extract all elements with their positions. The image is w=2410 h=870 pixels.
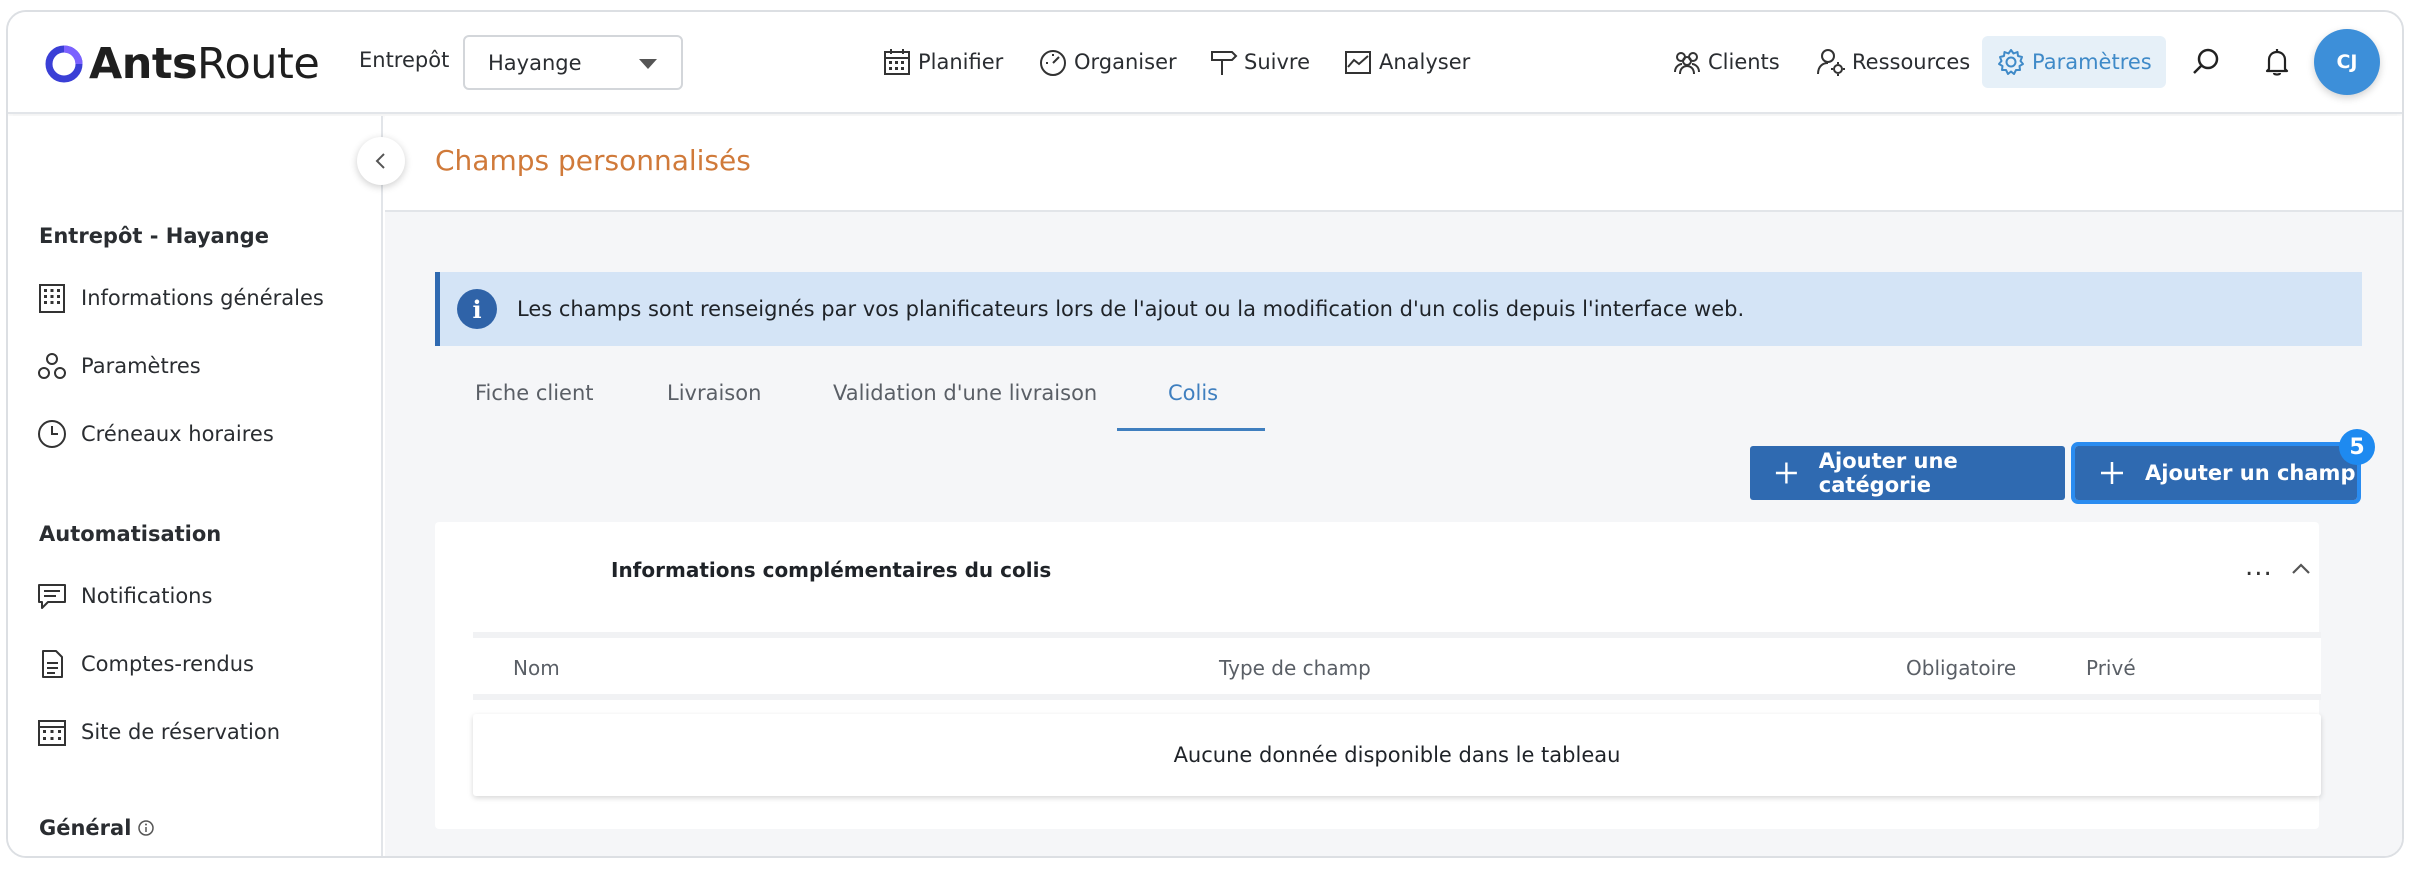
nav-ressources-label: Ressources — [1852, 50, 1971, 74]
chevron-left-icon — [375, 153, 385, 169]
column-header-prive[interactable]: Privé — [2086, 656, 2136, 680]
chart-icon — [1345, 51, 1371, 74]
message-icon — [38, 584, 66, 609]
sidebar-section-entrepot: Entrepôt - Hayange — [39, 224, 269, 248]
info-message: Les champs sont renseignés par vos plani… — [517, 297, 1745, 321]
cogs-icon — [38, 353, 66, 379]
logo-icon — [45, 45, 83, 83]
page-header: Champs personnalisés — [385, 116, 2402, 212]
tab-validation-livraison[interactable]: Validation d'une livraison — [833, 381, 1097, 405]
add-category-button[interactable]: Ajouter une catégorie — [1750, 446, 2065, 500]
sidebar-item-label: Informations générales — [81, 286, 324, 310]
info-banner: i Les champs sont renseignés par vos pla… — [435, 272, 2362, 346]
sidebar-item-site-reservation[interactable]: Site de réservation — [36, 716, 280, 748]
category-title: Informations complémentaires du colis — [611, 558, 1052, 582]
tab-colis[interactable]: Colis — [1168, 381, 1218, 405]
gear-icon — [1998, 49, 2024, 75]
user-avatar[interactable]: CJ — [2314, 29, 2380, 95]
nav-analyser-label: Analyser — [1379, 50, 1471, 74]
nav-parametres-label: Paramètres — [2032, 50, 2152, 74]
sidebar-item-label: Créneaux horaires — [81, 422, 274, 446]
clock-icon — [38, 420, 66, 448]
logo-text-ants: Ants — [89, 39, 198, 89]
empty-table-message: Aucune donnée disponible dans le tableau — [473, 714, 2321, 796]
search-button[interactable] — [2186, 42, 2226, 82]
nav-suivre[interactable]: Suivre — [1208, 42, 1310, 82]
top-bar: Ants Route Entrepôt Hayange Planifier Or… — [8, 12, 2402, 114]
add-field-button[interactable]: Ajouter un champ — [2071, 442, 2361, 504]
add-category-label: Ajouter une catégorie — [1818, 449, 1958, 497]
document-icon — [42, 650, 63, 678]
nav-organiser-label: Organiser — [1074, 50, 1177, 74]
chevron-up-icon — [2292, 563, 2310, 574]
column-header-nom[interactable]: Nom — [513, 656, 560, 680]
sidebar-item-informations-generales[interactable]: Informations générales — [36, 282, 324, 314]
nav-analyser[interactable]: Analyser — [1343, 42, 1470, 82]
sidebar-item-label: Site de réservation — [81, 720, 281, 744]
plus-icon — [2101, 462, 2123, 484]
entrepot-label: Entrepôt — [359, 48, 450, 72]
table-header: Nom Type de champ Obligatoire Privé — [473, 632, 2321, 700]
entrepot-select-value: Hayange — [488, 51, 582, 75]
nav-clients-label: Clients — [1708, 50, 1780, 74]
sidebar-section-general-label: Général — [39, 816, 132, 840]
nav-ressources[interactable]: Ressources — [1816, 42, 1970, 82]
bell-icon — [2265, 49, 2289, 76]
tab-fiche-client[interactable]: Fiche client — [475, 381, 594, 405]
caret-down-icon — [639, 59, 657, 69]
app-window: Ants Route Entrepôt Hayange Planifier Or… — [6, 10, 2404, 858]
tab-livraison[interactable]: Livraison — [667, 381, 761, 405]
sidebar-item-label: Notifications — [81, 584, 213, 608]
building-icon — [39, 284, 65, 313]
nav-suivre-label: Suivre — [1244, 50, 1310, 74]
sidebar-item-notifications[interactable]: Notifications — [36, 580, 212, 612]
gauge-icon — [1040, 50, 1066, 76]
calendar-icon — [38, 720, 66, 746]
sidebar-section-automatisation: Automatisation — [39, 522, 222, 546]
active-tab-indicator — [1117, 428, 1265, 431]
category-card: Informations complémentaires du colis ..… — [435, 522, 2321, 829]
antsroute-logo[interactable]: Ants Route — [43, 36, 320, 92]
page-title: Champs personnalisés — [435, 144, 751, 177]
collapse-category-button[interactable] — [2290, 558, 2312, 584]
column-header-obligatoire[interactable]: Obligatoire — [1906, 656, 2016, 680]
more-options-icon[interactable]: ... — [2245, 552, 2273, 582]
info-icon: i — [457, 289, 497, 329]
nav-organiser[interactable]: Organiser — [1038, 42, 1177, 82]
sidebar-item-parametres[interactable]: Paramètres — [36, 350, 201, 382]
nav-planifier[interactable]: Planifier — [882, 42, 1003, 82]
plus-icon — [1775, 462, 1797, 484]
users-icon — [1674, 52, 1700, 75]
search-icon — [2193, 48, 2219, 74]
entrepot-select[interactable]: Hayange — [463, 35, 683, 90]
notifications-button[interactable] — [2257, 42, 2297, 82]
main-content: Champs personnalisés i Les champs sont r… — [385, 116, 2402, 856]
logo-text-route: Route — [197, 39, 320, 89]
step-badge: 5 — [2339, 429, 2375, 465]
sidebar-item-comptes-rendus[interactable]: Comptes-rendus — [36, 648, 254, 680]
sidebar-item-label: Comptes-rendus — [81, 652, 254, 676]
calendar-icon — [884, 49, 910, 75]
sidebar-section-general: Général — [39, 816, 155, 840]
user-gear-icon — [1817, 49, 1845, 76]
sidebar-item-label: Paramètres — [81, 354, 201, 378]
nav-planifier-label: Planifier — [918, 50, 1004, 74]
column-header-type[interactable]: Type de champ — [1219, 656, 1371, 680]
collapse-sidebar-button[interactable] — [357, 137, 405, 185]
info-circle-icon[interactable] — [137, 819, 155, 837]
sidebar-item-creneaux-horaires[interactable]: Créneaux horaires — [36, 418, 274, 450]
add-field-label: Ajouter un champ — [2145, 461, 2356, 485]
settings-sidebar: Entrepôt - Hayange Informations générale… — [8, 116, 383, 856]
signpost-icon — [1211, 51, 1238, 75]
nav-parametres[interactable]: Paramètres — [1982, 36, 2166, 88]
nav-clients[interactable]: Clients — [1672, 42, 1780, 82]
